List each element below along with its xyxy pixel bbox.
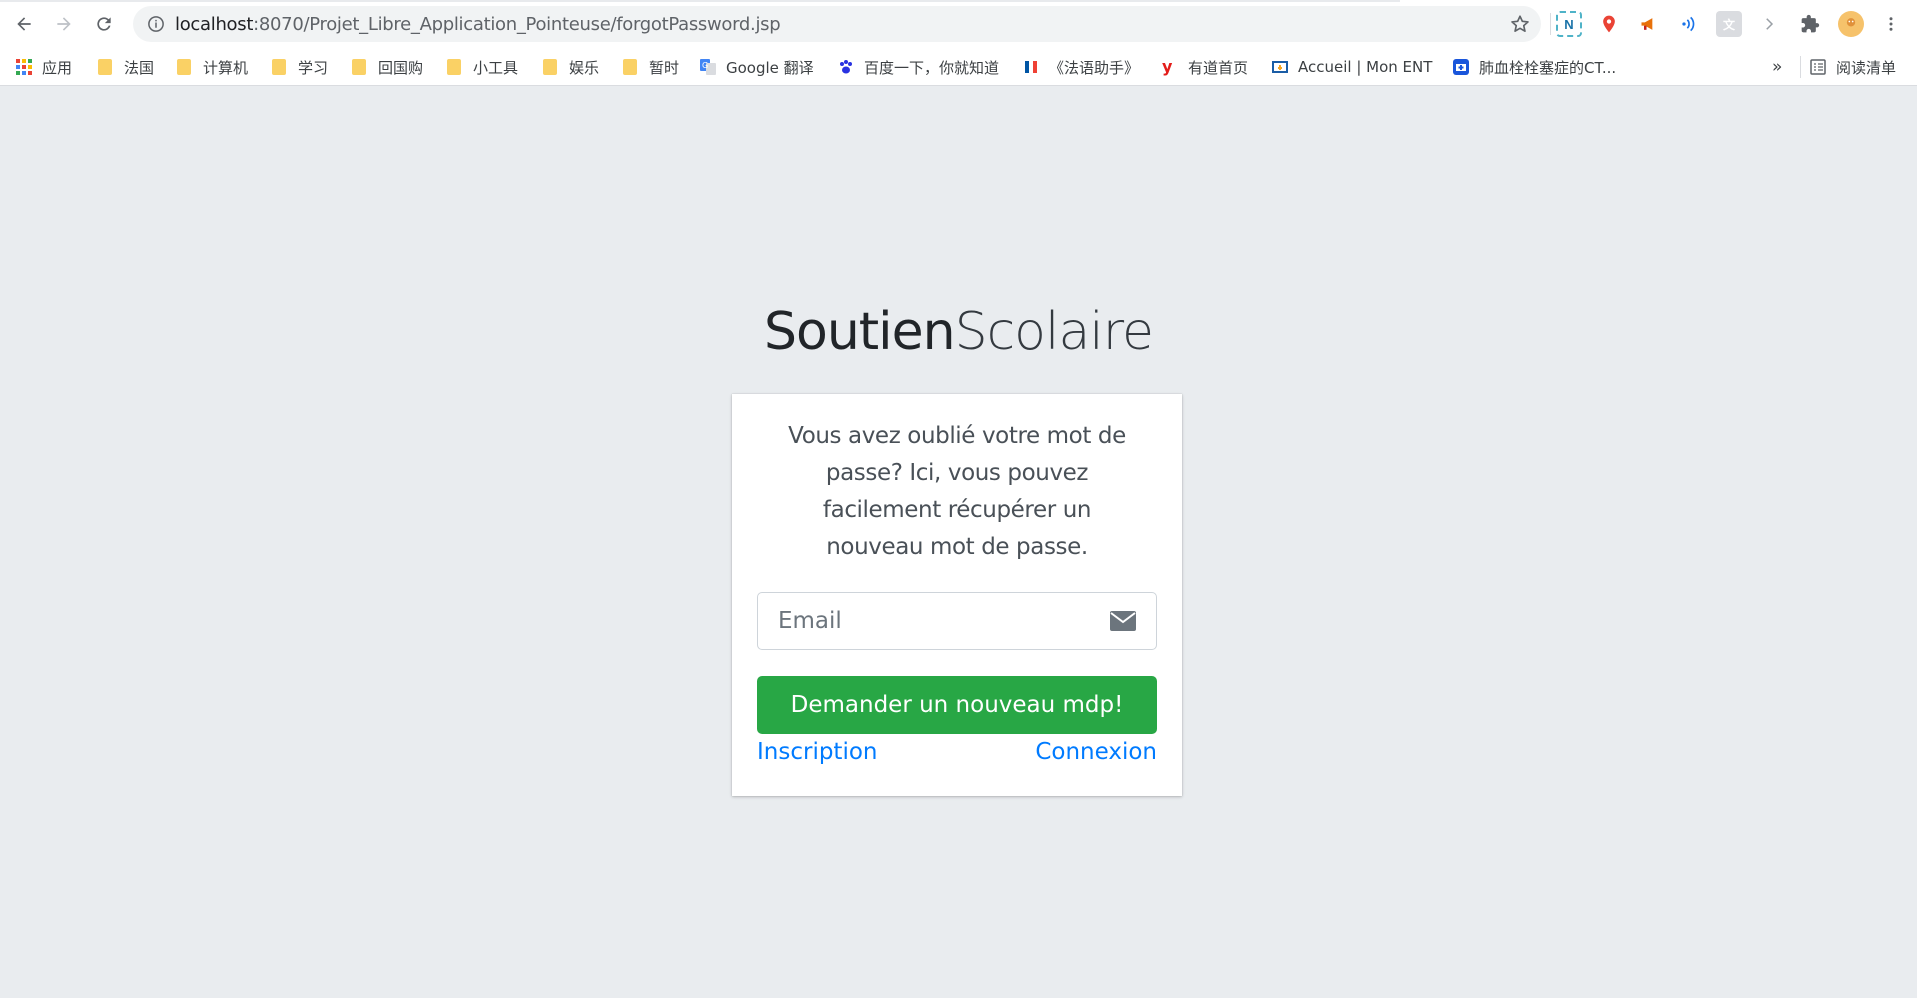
bookmark-label: 百度一下，你就知道 xyxy=(864,58,1000,77)
reload-button[interactable] xyxy=(89,9,119,39)
brand-bold: Soutien xyxy=(764,302,956,362)
forward-button[interactable] xyxy=(49,9,79,39)
signup-link[interactable]: Inscription xyxy=(757,739,878,765)
ent-icon xyxy=(1272,61,1288,73)
forgot-password-message: Vous avez oublié votre mot de passe? Ici… xyxy=(788,423,1126,560)
bookmark-label: 回国购 xyxy=(378,58,424,77)
more-bookmarks-button[interactable]: » xyxy=(1772,54,1782,80)
bookmark-label: Google 翻译 xyxy=(726,58,814,77)
url-path: :8070/Projet_Libre_Application_Pointeuse… xyxy=(253,14,781,35)
folder-icon xyxy=(352,59,366,75)
arrow-left-icon xyxy=(17,17,31,31)
reading-list-icon xyxy=(1810,59,1826,75)
google-translate-icon: G xyxy=(700,59,716,75)
bookmark-folder-shopping[interactable]: 回国购 xyxy=(352,54,423,80)
arrow-right-icon xyxy=(57,17,71,31)
bookmark-youdao[interactable]: y 有道首页 xyxy=(1162,54,1248,80)
info-icon[interactable] xyxy=(147,15,165,33)
bookmarks-divider xyxy=(1800,56,1801,78)
svg-text:G: G xyxy=(702,61,708,70)
email-input-group xyxy=(757,592,1157,650)
bookmark-label: 娱乐 xyxy=(569,58,600,77)
url-text[interactable]: localhost:8070/Projet_Libre_Application_… xyxy=(175,14,781,35)
envelope-icon xyxy=(1110,611,1136,631)
forgot-password-card: Vous avez oublié votre mot de passe? Ici… xyxy=(732,394,1182,796)
youdao-icon: y xyxy=(1162,57,1173,76)
back-button[interactable] xyxy=(9,9,39,39)
bookmark-folder-study[interactable]: 学习 xyxy=(272,54,328,80)
bookmark-folder-tools[interactable]: 小工具 xyxy=(447,54,518,80)
bookmark-star-icon[interactable] xyxy=(1509,13,1531,35)
map-pin-extension-icon[interactable] xyxy=(1596,11,1622,37)
email-input[interactable] xyxy=(758,593,1098,649)
french-flag-icon xyxy=(1025,61,1037,73)
apps-grid-icon xyxy=(16,59,32,75)
bookmark-label: 肺血栓栓塞症的CT... xyxy=(1479,58,1617,77)
bookmark-label: 《法语助手》 xyxy=(1049,58,1140,77)
request-new-password-button[interactable]: Demander un nouveau mdp! xyxy=(757,676,1157,734)
bookmark-medical[interactable]: 肺血栓栓塞症的CT... xyxy=(1453,54,1616,80)
more-bookmarks-label: » xyxy=(1772,57,1783,77)
baidu-paw-icon xyxy=(840,60,852,74)
brand-light: Scolaire xyxy=(954,302,1154,362)
bookmark-label: 学习 xyxy=(298,58,329,77)
reading-list-label: 阅读清单 xyxy=(1836,58,1897,77)
bookmark-label: 法国 xyxy=(124,58,155,77)
megaphone-extension-icon[interactable] xyxy=(1636,11,1662,37)
bookmark-google-translate[interactable]: G Google 翻译 xyxy=(700,54,814,80)
folder-icon xyxy=(272,59,286,75)
login-link[interactable]: Connexion xyxy=(1035,739,1157,765)
folder-icon xyxy=(543,59,557,75)
bookmark-apps[interactable]: 应用 xyxy=(16,54,72,80)
bookmark-folder-france[interactable]: 法国 xyxy=(98,54,154,80)
browser-toolbar: localhost:8070/Projet_Libre_Application_… xyxy=(0,0,1917,48)
address-bar[interactable]: localhost:8070/Projet_Libre_Application_… xyxy=(133,6,1541,42)
bookmark-label: 应用 xyxy=(42,58,73,77)
bookmark-folder-fun[interactable]: 娱乐 xyxy=(543,54,599,80)
reading-list-button[interactable]: 阅读清单 xyxy=(1810,54,1896,80)
bookmark-label: 小工具 xyxy=(473,58,519,77)
folder-icon xyxy=(98,59,112,75)
puzzle-extensions-icon[interactable] xyxy=(1797,11,1823,37)
loading-line xyxy=(0,0,1400,2)
bookmark-label: 计算机 xyxy=(203,58,249,77)
medical-site-icon xyxy=(1453,59,1469,75)
folder-icon xyxy=(447,59,461,75)
bookmark-folder-temp[interactable]: 暂时 xyxy=(623,54,679,80)
bookmarks-bar: 应用 法国 计算机 学习 回国购 小工具 娱乐 暂时 G Google 翻译 百… xyxy=(0,48,1917,86)
chevron-extension-icon[interactable] xyxy=(1756,11,1782,37)
bookmark-label: Accueil | Mon ENT xyxy=(1298,58,1433,76)
reload-icon xyxy=(97,17,111,31)
bookmark-baidu[interactable]: 百度一下，你就知道 xyxy=(838,54,999,80)
bookmark-french-helper[interactable]: 《法语助手》 xyxy=(1023,54,1139,80)
bookmark-folder-computer[interactable]: 计算机 xyxy=(177,54,248,80)
bookmark-label: 有道首页 xyxy=(1188,58,1249,77)
url-host: localhost xyxy=(175,14,254,35)
folder-icon xyxy=(623,59,637,75)
folder-icon xyxy=(177,59,191,75)
toolbar-divider xyxy=(1550,13,1551,35)
menu-kebab-icon[interactable] xyxy=(1878,11,1904,37)
profile-avatar-icon[interactable] xyxy=(1838,11,1864,37)
translate-extension-icon[interactable]: 文 xyxy=(1716,11,1742,37)
bookmark-mon-ent[interactable]: Accueil | Mon ENT xyxy=(1272,54,1432,80)
notion-extension-icon[interactable]: N xyxy=(1556,11,1582,37)
brand-logo: SoutienScolaire xyxy=(0,302,1917,362)
sound-waves-extension-icon[interactable] xyxy=(1676,11,1702,37)
bookmark-label: 暂时 xyxy=(649,58,680,77)
